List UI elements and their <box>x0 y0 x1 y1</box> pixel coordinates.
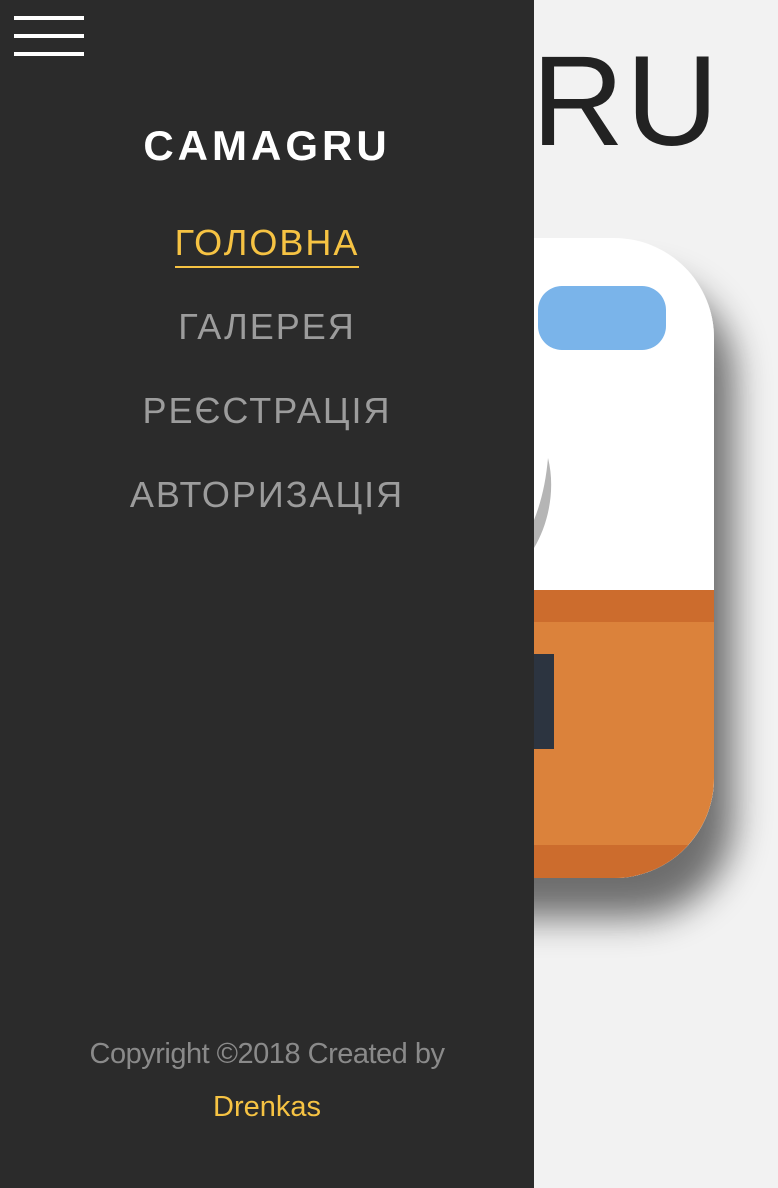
nav-item-authorization: АВТОРИЗАЦІЯ <box>0 474 534 558</box>
nav-link-authorization[interactable]: АВТОРИЗАЦІЯ <box>130 474 404 518</box>
nav-item-gallery: ГАЛЕРЕЯ <box>0 306 534 390</box>
nav-link-home[interactable]: ГОЛОВНА <box>174 222 360 268</box>
nav-item-home: ГОЛОВНА <box>0 222 534 306</box>
copyright-text: Copyright ©2018 Created by <box>89 1038 445 1070</box>
drawer-nav: ГОЛОВНА ГАЛЕРЕЯ РЕЄСТРАЦІЯ АВТОРИЗАЦІЯ <box>0 222 534 558</box>
nav-link-gallery[interactable]: ГАЛЕРЕЯ <box>178 306 356 350</box>
hamburger-icon[interactable] <box>14 16 84 56</box>
page: GRU CAMAGRU ГОЛОВНА ГАЛЕРЕЯ РЕЄСТРАЦІЯ А… <box>0 0 778 1188</box>
side-drawer: CAMAGRU ГОЛОВНА ГАЛЕРЕЯ РЕЄСТРАЦІЯ АВТОР… <box>0 0 534 1188</box>
drawer-footer: Copyright ©2018 Created by Drenkas <box>0 1038 534 1124</box>
nav-item-registration: РЕЄСТРАЦІЯ <box>0 390 534 474</box>
nav-link-registration[interactable]: РЕЄСТРАЦІЯ <box>143 390 392 434</box>
camera-flash-icon <box>538 286 666 350</box>
brand-title: CAMAGRU <box>143 122 391 169</box>
author-link[interactable]: Drenkas <box>213 1091 321 1124</box>
